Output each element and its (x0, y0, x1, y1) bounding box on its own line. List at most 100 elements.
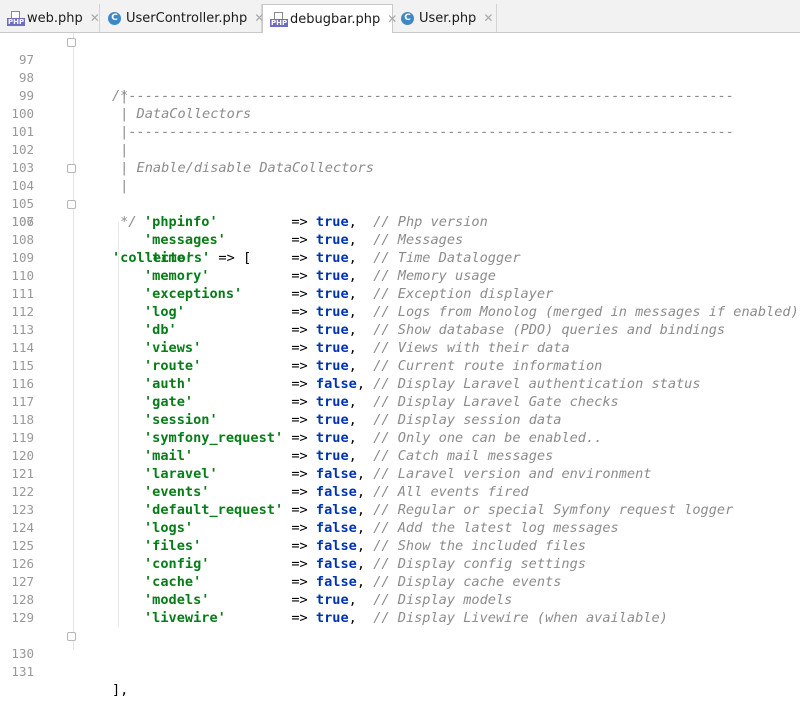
code-text: 'symfony_request' => true, // Only one c… (144, 429, 602, 447)
collector-comment: // Display models (373, 592, 513, 608)
collector-value: true (315, 214, 349, 230)
code-text: 'time' => true, // Time Datalogger (144, 249, 521, 267)
arrow-operator: => (291, 592, 316, 608)
padding (201, 574, 291, 590)
class-icon: C (401, 11, 414, 25)
padding (209, 592, 291, 608)
line-number: 108 (11, 232, 34, 247)
padding (185, 304, 291, 320)
tab-user-php[interactable]: C User.php ✕ (393, 4, 497, 32)
fold-marker-icon[interactable] (67, 632, 76, 641)
collector-line: 128 'models' => true, // Display models (0, 591, 800, 609)
collector-line: 112 'log' => true, // Logs from Monolog (… (0, 303, 800, 321)
collector-comment: // Display Livewire (when available) (373, 610, 668, 626)
separator: , (348, 286, 374, 302)
collector-value: true (315, 304, 349, 320)
collector-value: true (315, 232, 349, 248)
collector-value: true (315, 448, 349, 464)
code-text: 'models' => true, // Display models (144, 591, 512, 609)
collector-key: 'gate' (144, 394, 194, 410)
tab-label: UserController.php (126, 10, 248, 26)
code-line: 131 (0, 645, 800, 679)
arrow-operator: => (291, 232, 316, 248)
line-number: 112 (11, 304, 34, 319)
code-text: 'phpinfo' => true, // Php version (144, 213, 488, 231)
collector-line: 108 'messages' => true, // Messages (0, 231, 800, 249)
collector-key: 'config' (144, 556, 210, 572)
fold-marker-icon[interactable] (67, 164, 76, 173)
collector-comment: // Laravel version and environment (373, 466, 652, 482)
collector-value: true (315, 268, 349, 284)
padding (201, 538, 291, 554)
line-number: 126 (11, 556, 34, 571)
collector-comment: // Display Laravel Gate checks (373, 394, 619, 410)
tab-web-php[interactable]: PHP web.php ✕ (0, 4, 100, 32)
collector-key: 'default_request' (144, 502, 284, 518)
separator: , (356, 466, 374, 482)
collector-line: 109 'time' => true, // Time Datalogger (0, 249, 800, 267)
arrow-operator: => (291, 250, 316, 266)
collector-value: true (315, 592, 349, 608)
collector-value: false (315, 538, 357, 554)
collector-key: 'auth' (144, 376, 194, 392)
padding (218, 214, 292, 230)
line-number: 120 (11, 448, 34, 463)
separator: , (348, 268, 374, 284)
padding (201, 358, 291, 374)
line-number: 125 (11, 538, 34, 553)
fold-marker-icon[interactable] (67, 200, 76, 209)
fold-marker-icon[interactable] (67, 38, 76, 47)
collector-comment: // Memory usage (373, 268, 496, 284)
code-text: 'db' => true, // Show database (PDO) que… (144, 321, 725, 339)
collector-line: 118 'session' => true, // Display session… (0, 411, 800, 429)
collector-line: 129 'livewire' => true, // Display Livewi… (0, 609, 800, 627)
collector-line: 123 'default_request' => false, // Regula… (0, 501, 800, 519)
close-icon[interactable]: ✕ (90, 11, 100, 25)
line-number: 113 (11, 322, 34, 337)
collector-comment: // Time Datalogger (373, 250, 521, 266)
arrow-operator: => (291, 574, 316, 590)
tab-usercontroller-php[interactable]: C UserController.php ✕ (100, 4, 264, 32)
collector-value: false (315, 466, 357, 482)
code-text: 'session' => true, // Display session da… (144, 411, 561, 429)
code-editor[interactable]: 97 /* 98 |------------------------------… (0, 33, 800, 698)
collector-line: 115 'route' => true, // Current route inf… (0, 357, 800, 375)
padding (226, 610, 291, 626)
padding (193, 520, 291, 536)
arrow-operator: => (291, 376, 316, 392)
separator: , (356, 484, 374, 500)
arrow-operator: => (291, 538, 316, 554)
separator: , (348, 322, 374, 338)
arrow-operator: => (291, 466, 316, 482)
code-line: 102 | Enable/disable DataCollectors (0, 123, 800, 176)
collector-value: true (315, 358, 349, 374)
line-number: 118 (11, 412, 34, 427)
code-text: 'route' => true, // Current route inform… (144, 357, 602, 375)
collector-comment: // Messages (373, 232, 464, 248)
collector-key: 'files' (144, 538, 202, 554)
collector-value: true (315, 340, 349, 356)
code-text: 'mail' => true, // Catch mail messages (144, 447, 553, 465)
collector-key: 'session' (144, 412, 218, 428)
padding (218, 412, 292, 428)
collector-value: true (315, 394, 349, 410)
tab-debugbar-php[interactable]: PHP debugbar.php ✕ (262, 4, 397, 33)
line-number: 122 (11, 484, 34, 499)
separator: , (348, 304, 374, 320)
collector-value: true (315, 430, 349, 446)
collector-value: true (315, 322, 349, 338)
padding (193, 448, 291, 464)
padding (242, 286, 291, 302)
collector-comment: // Display Laravel authentication status (373, 376, 701, 392)
tab-label: debugbar.php (290, 11, 381, 27)
arrow-operator: => (291, 394, 316, 410)
editor-tab-bar: PHP web.php ✕ C UserController.php ✕ PHP… (0, 0, 800, 33)
collector-comment: // Exception displayer (373, 286, 554, 302)
separator: , (348, 232, 374, 248)
collector-key: 'mail' (144, 448, 194, 464)
collector-key: 'memory' (144, 268, 210, 284)
close-icon[interactable]: ✕ (483, 11, 493, 25)
collector-line: 122 'events' => false, // All events fire… (0, 483, 800, 501)
collector-line: 113 'db' => true, // Show database (PDO) … (0, 321, 800, 339)
collector-value: true (315, 412, 349, 428)
